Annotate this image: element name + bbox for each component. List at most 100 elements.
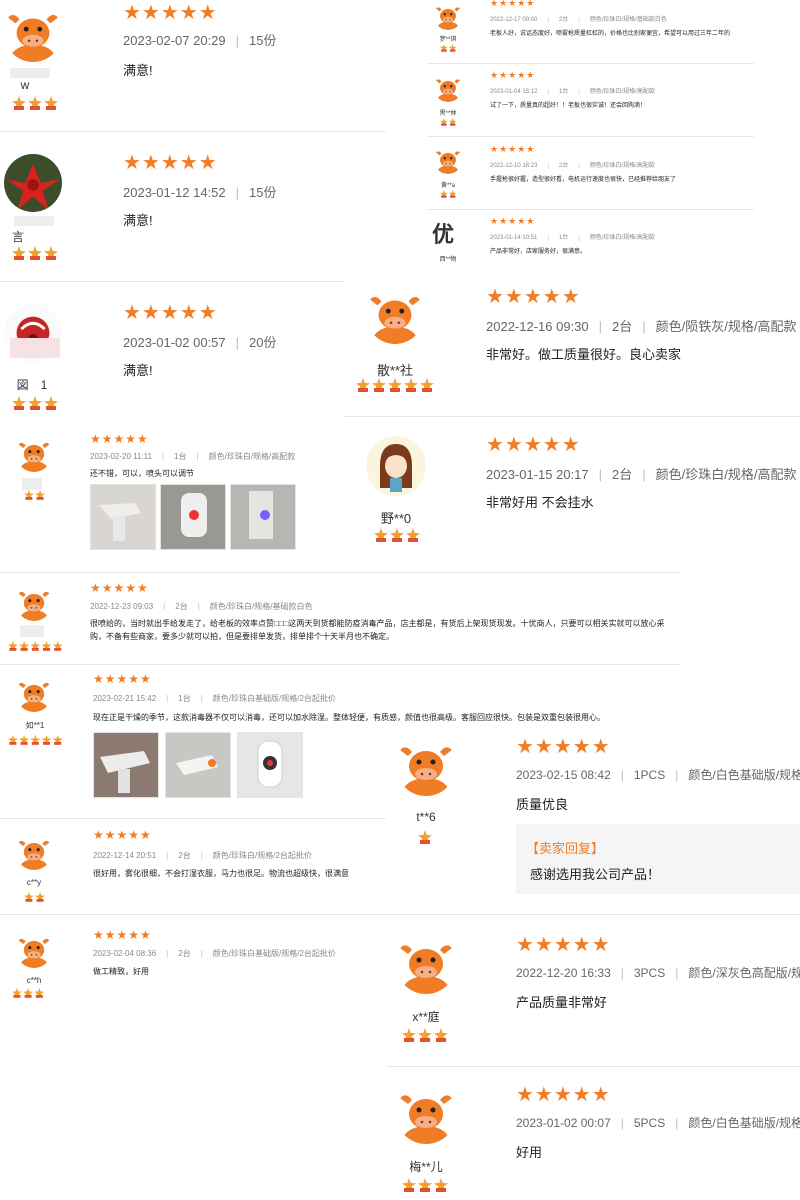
review-card-1: w ★★★★★ 2023-02-07 20:29 | 15份 满意!	[0, 0, 386, 132]
review-card-11: 黄**a ★★★★★ 2022-12-10 16:23 | 2台 | 颜色/珍珠白/规格…	[428, 140, 754, 208]
username: 野**0	[380, 511, 412, 526]
star-rating: ★★★★★	[123, 152, 218, 174]
username: c**y	[26, 878, 42, 887]
cow-avatar-icon	[396, 934, 456, 994]
star-rating: ★★★★★	[93, 928, 152, 942]
review-card-13: 散**社 ★★★★★ 2022-12-16 09:30 | 2台 | 颜色/陨铁灰/规格…	[344, 272, 800, 412]
star-rating: ★★★★★	[90, 432, 149, 446]
review-text: 满意!	[123, 363, 153, 378]
review-card-5: ★★★★★ 2022-12-23 09:03 | 2台 | 颜色/珍珠白/规格/基础款白…	[0, 575, 680, 663]
review-photo[interactable]	[237, 732, 303, 798]
review-text: 非常好。做工质量很好。良心卖家	[486, 347, 682, 362]
star-rating: ★★★★★	[93, 672, 152, 686]
review-meta: 2023-01-02 00:07|5PCS|颜色/白色基础版/规格/2台起批价	[516, 1116, 800, 1130]
review-meta: 2022-12-10 16:23 | 2台 | 颜色/珍珠白/规格/高配款	[490, 163, 655, 169]
review-meta: 2023-01-02 00:57 | 20份	[123, 335, 277, 350]
blurred-name	[22, 478, 42, 490]
divider	[0, 664, 680, 665]
star-rating: ★★★★★	[123, 302, 218, 324]
review-text: 很好用，雾化很细，不会打湿衣服，马力也很足。物流也超级快，很满意	[93, 869, 349, 878]
girl-avatar	[366, 436, 426, 496]
review-text: 非常好用 不会挂水	[486, 495, 594, 510]
review-photo[interactable]	[90, 484, 156, 550]
cow-avatar-icon	[434, 2, 462, 30]
review-text: 质量优良	[516, 797, 569, 812]
cow-avatar-icon	[434, 146, 462, 174]
review-meta: 2022-12-16 09:30 | 2台 | 颜色/陨铁灰/规格/高配款	[486, 319, 797, 334]
review-text: 手握枪很好握，造型很好看，电机运行速度也很快，已经推荐给朋友了	[490, 177, 677, 183]
username: 梦**琪	[439, 37, 457, 43]
star-rating: ★★★★★	[93, 828, 152, 842]
review-photo[interactable]	[165, 732, 231, 798]
cow-avatar-icon	[396, 736, 456, 796]
review-meta: 2022-12-20 16:33|3PCS|颜色/深灰色高配版/规格/2台起批价	[516, 966, 800, 980]
username: x**庭	[412, 1010, 440, 1024]
review-card-4: ★★★★★ 2023-02-20 11:11 | 1台 | 颜色/珍珠白/规格/高配款 …	[0, 424, 344, 572]
cow-avatar-icon	[16, 585, 52, 621]
red-flower-avatar	[4, 154, 62, 212]
user-level-badge	[374, 528, 422, 547]
blurred-name	[10, 338, 60, 358]
user-level-badge	[440, 190, 458, 200]
username: 西**物	[439, 257, 457, 263]
review-card-12: 优 西**物 ★★★★★ 2023-01-14 10:51 | 1台 | 颜色/珍珠白/…	[428, 212, 754, 274]
cow-avatar-icon	[16, 676, 52, 712]
username: w	[20, 78, 30, 92]
star-rating: ★★★★★	[490, 144, 536, 154]
user-level-badge	[12, 988, 46, 1001]
review-text: 好用	[516, 1145, 543, 1160]
review-photo[interactable]	[160, 484, 226, 550]
review-card-10: 黑**林 ★★★★★ 2023-01-04 15:12 | 1台 | 颜色/珍珠白/规格…	[428, 66, 754, 134]
cow-avatar-icon	[16, 436, 52, 472]
review-text: 满意!	[123, 63, 153, 78]
user-level-badge	[12, 246, 60, 265]
review-meta: 2023-01-15 20:17 | 2台 | 颜色/珍珠白/规格/高配款	[486, 467, 797, 482]
cow-avatar-icon	[434, 74, 462, 102]
cow-avatar-icon	[16, 932, 52, 968]
review-card-3: 図 1 ★★★★★ 2023-01-02 00:57 | 20份 满意!	[0, 294, 344, 424]
user-level-badge	[24, 490, 46, 503]
username: 言	[11, 230, 24, 244]
star-rating: ★★★★★	[123, 2, 218, 24]
review-meta: 2023-02-07 20:29 | 15份	[123, 33, 277, 48]
username: 黄**a	[440, 183, 455, 189]
user-level-badge	[440, 118, 458, 128]
blurred-name	[20, 625, 44, 637]
review-card-14: 野**0 ★★★★★ 2023-01-15 20:17 | 2台 | 颜色/珍珠白/规格…	[344, 422, 800, 572]
user-level-badge	[356, 378, 436, 397]
divider	[0, 572, 680, 573]
review-meta: 2023-02-15 08:42|1PCS|颜色/白色基础版/规格/2台起批价	[516, 768, 800, 782]
review-meta: 2023-02-20 11:11 | 1台 | 颜色/珍珠白/规格/高配款	[90, 452, 296, 461]
review-meta: 2022-12-17 00:00 | 2台 | 颜色/珍珠白/规格/基础款白色	[490, 17, 667, 23]
review-text: 做工精致，好用	[93, 967, 149, 976]
review-meta: 2023-01-04 15:12 | 1台 | 颜色/珍珠白/规格/高配款	[490, 89, 655, 95]
star-rating: ★★★★★	[490, 216, 536, 226]
review-meta: 2022-12-14 20:51 | 2台 | 颜色/珍珠白/规格/2台起批价	[93, 851, 312, 860]
review-text: 产品非常好，店家服务好，很满意。	[490, 249, 587, 255]
cow-avatar-icon	[366, 286, 424, 344]
review-text: 产品质量非常好	[516, 995, 608, 1010]
user-level-badge	[402, 1178, 450, 1197]
review-card-9: 梦**琪 ★★★★★ 2022-12-17 00:00 | 2台 | 颜色/珍珠白/规格…	[428, 0, 754, 62]
review-meta: 2023-02-21 15:42 | 1台 | 颜色/珍珠白基础版/规格/2台起批价	[93, 694, 336, 703]
user-level-badge	[12, 96, 60, 115]
username: 図 1	[16, 378, 48, 392]
cow-avatar-icon	[4, 4, 62, 62]
review-meta: 2023-01-12 14:52 | 15份	[123, 185, 277, 200]
review-card-7: c**y ★★★★★ 2022-12-14 20:51 | 2台 | 颜色/珍珠白/规格…	[0, 822, 386, 914]
review-card-17: 梅**儿 ★★★★★ 2023-01-02 00:07 | 5PCS | 颜色/白色基础…	[386, 1068, 800, 1200]
brand-logo-avatar: 优	[432, 220, 466, 250]
star-rating: ★★★★★	[490, 70, 536, 80]
user-level-badge	[12, 396, 60, 415]
username: c**h	[26, 976, 42, 985]
star-rating: ★★★★★	[90, 581, 149, 595]
user-level-badge	[440, 44, 458, 54]
user-level-badge	[418, 830, 434, 849]
review-text: 试了一下，质量真的超好！！老板也很实诚！还会回购滴！	[490, 103, 647, 109]
review-photo[interactable]	[230, 484, 296, 550]
divider	[0, 914, 386, 915]
review-text: 满意!	[123, 213, 153, 228]
username: 散**社	[376, 363, 414, 378]
user-level-badge	[8, 735, 64, 748]
review-photo[interactable]	[93, 732, 159, 798]
